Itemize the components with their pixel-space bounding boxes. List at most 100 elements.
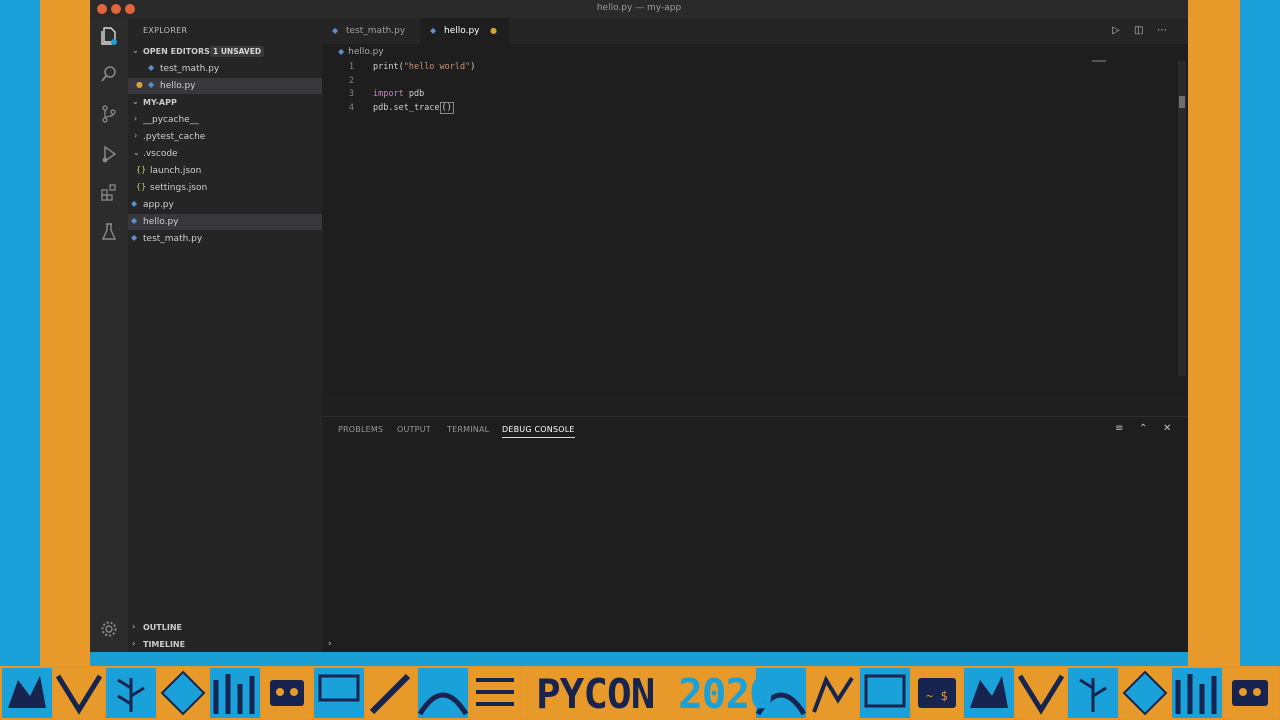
source-control-icon[interactable] xyxy=(99,104,119,124)
testing-flask-icon[interactable] xyxy=(99,222,119,242)
breadcrumb[interactable]: ◆ hello.py xyxy=(338,47,384,57)
split-editor-icon[interactable]: ◫ xyxy=(1134,25,1143,36)
json-file-icon: {} xyxy=(136,182,147,191)
timeline-label: TIMELINE xyxy=(143,640,186,649)
outline-label: OUTLINE xyxy=(143,623,182,632)
tab-hello[interactable]: ◆ hello.py ● xyxy=(420,18,510,44)
unsaved-dot-icon: ● xyxy=(136,80,143,89)
debug-console-prompt[interactable]: › xyxy=(328,639,332,649)
keyword: import xyxy=(373,89,404,99)
tree-item-label: test_math.py xyxy=(143,234,203,244)
frame-right-blue xyxy=(1240,0,1280,668)
code-line[interactable]: 4 pdb.set_trace() xyxy=(322,102,1162,117)
tree-item-folder[interactable]: ⌄ .vscode xyxy=(128,146,322,162)
maximize-panel-icon[interactable]: ⌃ xyxy=(1139,423,1147,434)
chevron-down-icon: ⌄ xyxy=(133,148,140,157)
open-editor-label: hello.py xyxy=(160,81,196,91)
python-file-icon: ◆ xyxy=(131,216,138,225)
vscode-window: hello.py — my-app EXPLORER ⌄ OPEN EDITOR… xyxy=(90,0,1188,666)
explorer-icon[interactable] xyxy=(99,26,119,46)
pycon-logo: PYCON 2020 xyxy=(536,670,774,718)
pycon-year: 2020 xyxy=(678,670,774,718)
line-number: 3 xyxy=(348,89,354,99)
tree-item-label: app.py xyxy=(143,200,174,210)
json-file-icon: {} xyxy=(136,165,147,174)
python-file-icon: ◆ xyxy=(338,47,345,56)
tree-item-folder[interactable]: › __pycache__ xyxy=(128,112,322,128)
bracket-match: () xyxy=(439,102,454,114)
tree-item-folder[interactable]: › .pytest_cache xyxy=(128,129,322,145)
code-text: pdb.set_trace() xyxy=(373,102,454,114)
line-number: 1 xyxy=(348,62,354,72)
window-title: hello.py — my-app xyxy=(596,3,682,13)
tree-item-file[interactable]: ◆ test_math.py xyxy=(128,231,322,247)
chevron-right-icon: › xyxy=(134,131,138,140)
code-segment: pdb.set_trace xyxy=(373,103,440,113)
close-panel-icon[interactable]: ✕ xyxy=(1163,423,1171,434)
line-number: 4 xyxy=(348,103,354,113)
editor-tab-bar: ◆ test_math.py ◆ hello.py ● ▷ ◫ ⋯ xyxy=(322,18,1188,44)
minimap[interactable] xyxy=(1092,60,1106,62)
open-editors-label: OPEN EDITORS xyxy=(143,47,210,56)
tree-item-file[interactable]: {} settings.json xyxy=(128,180,322,196)
run-file-icon[interactable]: ▷ xyxy=(1112,25,1120,36)
tab-problems[interactable]: PROBLEMS xyxy=(338,425,383,434)
filter-icon[interactable]: ≡ xyxy=(1115,423,1123,434)
python-file-icon: ◆ xyxy=(332,26,339,35)
pycon-banner: ~ $ PYCON 2020 xyxy=(0,666,1280,720)
tab-debug-console[interactable]: DEBUG CONSOLE xyxy=(502,425,575,438)
tab-label: hello.py xyxy=(444,26,480,36)
unsaved-dot-icon[interactable]: ● xyxy=(490,26,497,35)
string-literal: "hello world" xyxy=(403,62,471,72)
python-file-icon: ◆ xyxy=(131,199,138,208)
tab-label: test_math.py xyxy=(346,26,406,36)
tree-item-label: hello.py xyxy=(143,217,179,227)
tree-item-file[interactable]: {} launch.json xyxy=(128,163,322,179)
search-icon[interactable] xyxy=(99,65,119,85)
pycon-wordmark: PYCON xyxy=(536,670,655,718)
tree-item-file[interactable]: ◆ hello.py xyxy=(128,214,322,230)
frame-right-gold xyxy=(1188,0,1240,668)
python-file-icon: ◆ xyxy=(430,26,437,35)
open-editors-section[interactable]: ⌄ OPEN EDITORS 1 UNSAVED xyxy=(128,44,322,60)
tree-item-label: settings.json xyxy=(150,183,208,193)
chevron-right-icon: › xyxy=(134,114,138,123)
python-file-icon: ◆ xyxy=(148,63,155,72)
tab-output[interactable]: OUTPUT xyxy=(397,425,431,434)
open-editor-item[interactable]: ● ◆ hello.py xyxy=(128,78,322,94)
run-debug-icon[interactable] xyxy=(99,144,119,164)
status-bar xyxy=(90,652,1188,666)
tab-test-math[interactable]: ◆ test_math.py xyxy=(322,18,420,44)
activity-bar xyxy=(90,18,128,652)
code-text: print("hello world") xyxy=(373,62,475,72)
code-line[interactable]: 1 print("hello world") xyxy=(322,62,1162,76)
editor-scrollbar[interactable] xyxy=(1178,61,1186,376)
code-editor[interactable]: ◆ hello.py 1 print("hello world") 2 3 imp… xyxy=(322,44,1188,394)
timeline-section[interactable]: › TIMELINE xyxy=(128,637,322,653)
scrollbar-thumb[interactable] xyxy=(1179,96,1185,108)
explorer-header: EXPLORER xyxy=(143,26,188,35)
chevron-right-icon: › xyxy=(132,622,136,631)
code-line[interactable]: 2 xyxy=(322,76,1162,90)
open-editor-item[interactable]: ◆ test_math.py xyxy=(128,61,322,77)
code-segment: pdb xyxy=(403,89,425,99)
frame-left-gold xyxy=(40,0,90,668)
project-label: MY-APP xyxy=(143,98,177,107)
tree-item-file[interactable]: ◆ app.py xyxy=(128,197,322,213)
tree-item-label: .pytest_cache xyxy=(143,132,206,142)
chevron-right-icon: › xyxy=(132,639,136,648)
unsaved-badge: 1 UNSAVED xyxy=(210,46,265,57)
tree-item-label: launch.json xyxy=(150,166,202,176)
extensions-icon[interactable] xyxy=(99,183,119,203)
code-segment: ) xyxy=(470,62,476,72)
settings-gear-icon[interactable] xyxy=(99,620,119,640)
chevron-down-icon: ⌄ xyxy=(132,46,139,55)
code-segment: print( xyxy=(373,62,404,72)
tab-terminal[interactable]: TERMINAL xyxy=(447,425,489,434)
breadcrumb-file: hello.py xyxy=(348,47,384,57)
bottom-panel: PROBLEMS OUTPUT TERMINAL DEBUG CONSOLE ≡… xyxy=(322,416,1188,653)
code-line[interactable]: 3 import pdb xyxy=(322,89,1162,103)
more-actions-icon[interactable]: ⋯ xyxy=(1157,25,1167,36)
project-section[interactable]: ⌄ MY-APP xyxy=(128,95,322,111)
outline-section[interactable]: › OUTLINE xyxy=(128,620,322,636)
